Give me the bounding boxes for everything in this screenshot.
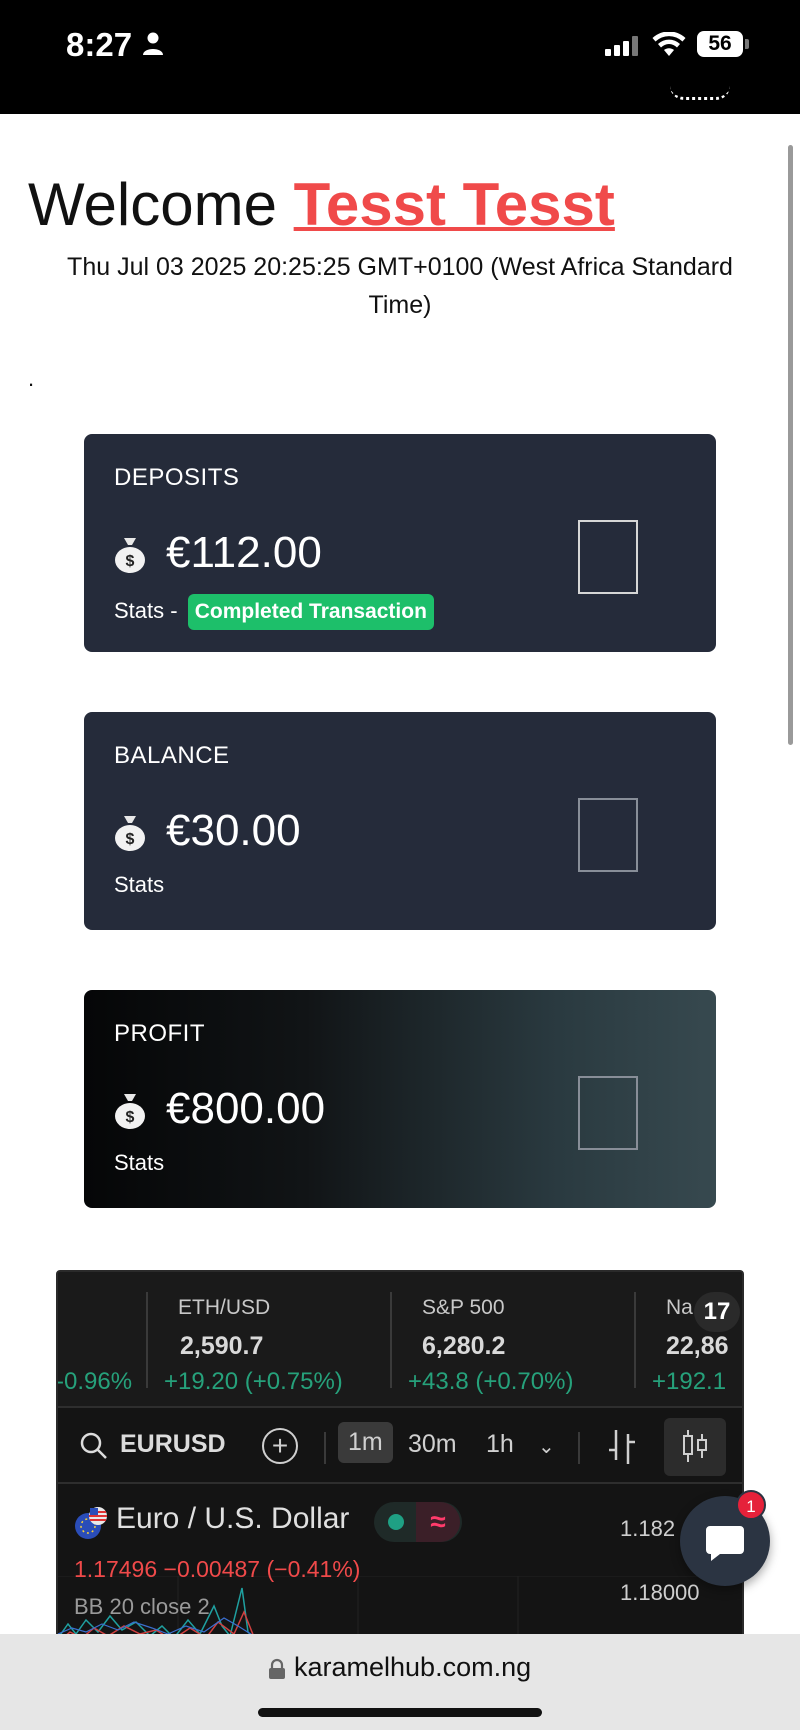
market-open-dot xyxy=(388,1514,404,1530)
interval-1m[interactable]: 1m xyxy=(338,1422,393,1463)
page-scrollbar[interactable] xyxy=(788,145,793,745)
status-badge: Completed Transaction xyxy=(187,594,434,630)
ticker-divider xyxy=(390,1292,392,1388)
eu-us-flag-icon xyxy=(75,1507,107,1539)
card-chart-placeholder xyxy=(578,520,638,594)
money-bag-icon: $ xyxy=(115,538,145,573)
toolbar-divider xyxy=(324,1432,326,1464)
svg-text:$: $ xyxy=(126,553,135,570)
ticker-change: +19.20 (+0.75%) xyxy=(164,1368,343,1395)
toolbar-divider xyxy=(578,1432,580,1464)
stats-label: Stats xyxy=(114,872,165,897)
money-bag-icon: $ xyxy=(115,816,145,851)
ticker-name: S&P 500 xyxy=(422,1296,505,1319)
candlestick-icon[interactable] xyxy=(679,1426,711,1466)
balance-card: BALANCE $ €30.00 Stats xyxy=(84,712,716,930)
money-bag-icon: $ xyxy=(115,1094,145,1129)
ticker-divider xyxy=(146,1292,148,1388)
card-title: BALANCE xyxy=(114,742,230,769)
signal-icon xyxy=(605,36,638,56)
price-chart[interactable]: Euro / U.S. Dollar ≈ 1.17496 −0.00487 (−… xyxy=(58,1486,742,1638)
interval-1h[interactable]: 1h xyxy=(486,1430,514,1459)
search-icon[interactable] xyxy=(80,1432,108,1460)
card-chart-placeholder xyxy=(578,798,638,872)
chart-toolbar: EURUSD + 1m 30m 1h ⌄ xyxy=(58,1410,742,1484)
symbol-search[interactable]: EURUSD xyxy=(120,1430,226,1459)
current-datetime: Thu Jul 03 2025 20:25:25 GMT+0100 (West … xyxy=(67,253,733,319)
ticker-divider xyxy=(634,1292,636,1388)
svg-text:$: $ xyxy=(126,1109,135,1126)
status-bar: 8:27 56 xyxy=(0,0,800,114)
bar-chart-style-icon[interactable] xyxy=(606,1426,638,1466)
person-icon xyxy=(143,32,163,55)
profit-card: PROFIT $ €800.00 Stats xyxy=(84,990,716,1208)
ticker-price: 2,590.7 xyxy=(180,1332,264,1360)
ticker-tape[interactable]: -0.96% ETH/USD 2,590.7 +19.20 (+0.75%) S… xyxy=(56,1272,742,1408)
user-name-link[interactable]: Tesst Tesst xyxy=(294,171,615,238)
ticker-name: Na xyxy=(666,1296,693,1319)
y-axis-label: 1.182 xyxy=(620,1516,676,1541)
status-time: 8:27 xyxy=(66,26,133,63)
deposits-card: DEPOSITS $ €112.00 Stats - Completed Tra… xyxy=(84,434,716,652)
browser-address-bar[interactable]: karamelhub.com.ng xyxy=(0,1634,800,1730)
ticker-change: +192.1 xyxy=(652,1368,727,1395)
chevron-down-icon[interactable]: ⌄ xyxy=(538,1434,555,1459)
notification-badge: 1 xyxy=(736,1490,766,1520)
stats-label: Stats - xyxy=(114,598,178,623)
url-text[interactable]: karamelhub.com.ng xyxy=(294,1652,531,1683)
trading-widget: -0.96% ETH/USD 2,590.7 +19.20 (+0.75%) S… xyxy=(56,1270,744,1640)
add-symbol-button[interactable]: + xyxy=(262,1428,298,1464)
wave-icon: ≈ xyxy=(416,1502,460,1542)
tradingview-logo[interactable]: 17 xyxy=(694,1292,740,1332)
ticker-change: +43.8 (+0.70%) xyxy=(408,1368,574,1395)
svg-text:$: $ xyxy=(126,831,135,848)
wifi-icon xyxy=(652,32,686,56)
price-quote: 1.17496 −0.00487 (−0.41%) xyxy=(74,1556,361,1582)
market-status-pill[interactable]: ≈ xyxy=(374,1502,462,1542)
interval-30m[interactable]: 30m xyxy=(408,1430,457,1459)
profit-amount: €800.00 xyxy=(166,1084,326,1133)
stats-label: Stats xyxy=(114,1150,165,1175)
welcome-heading: Welcome Tesst Tesst xyxy=(28,170,615,239)
chart-symbol-title: Euro / U.S. Dollar xyxy=(116,1502,350,1535)
ticker-change: -0.96% xyxy=(56,1368,133,1395)
ticker-price: 22,86 xyxy=(666,1332,729,1360)
welcome-prefix: Welcome xyxy=(28,171,277,238)
indicator-label[interactable]: BB 20 close 2 xyxy=(74,1594,210,1620)
battery-tip xyxy=(745,39,749,49)
ticker-price: 6,280.2 xyxy=(422,1332,506,1360)
stray-dot: . xyxy=(28,366,35,391)
card-title: PROFIT xyxy=(114,1020,205,1047)
battery-indicator: 56 xyxy=(697,31,743,57)
home-indicator[interactable] xyxy=(258,1708,542,1717)
deposits-amount: €112.00 xyxy=(166,528,322,577)
card-stats: Stats - Completed Transaction xyxy=(114,594,434,630)
lock-icon xyxy=(269,1658,285,1679)
balance-amount: €30.00 xyxy=(166,806,301,855)
site-logo-fragment xyxy=(670,86,730,100)
card-title: DEPOSITS xyxy=(114,464,240,491)
card-chart-placeholder xyxy=(578,1076,638,1150)
ticker-name: ETH/USD xyxy=(178,1296,271,1319)
